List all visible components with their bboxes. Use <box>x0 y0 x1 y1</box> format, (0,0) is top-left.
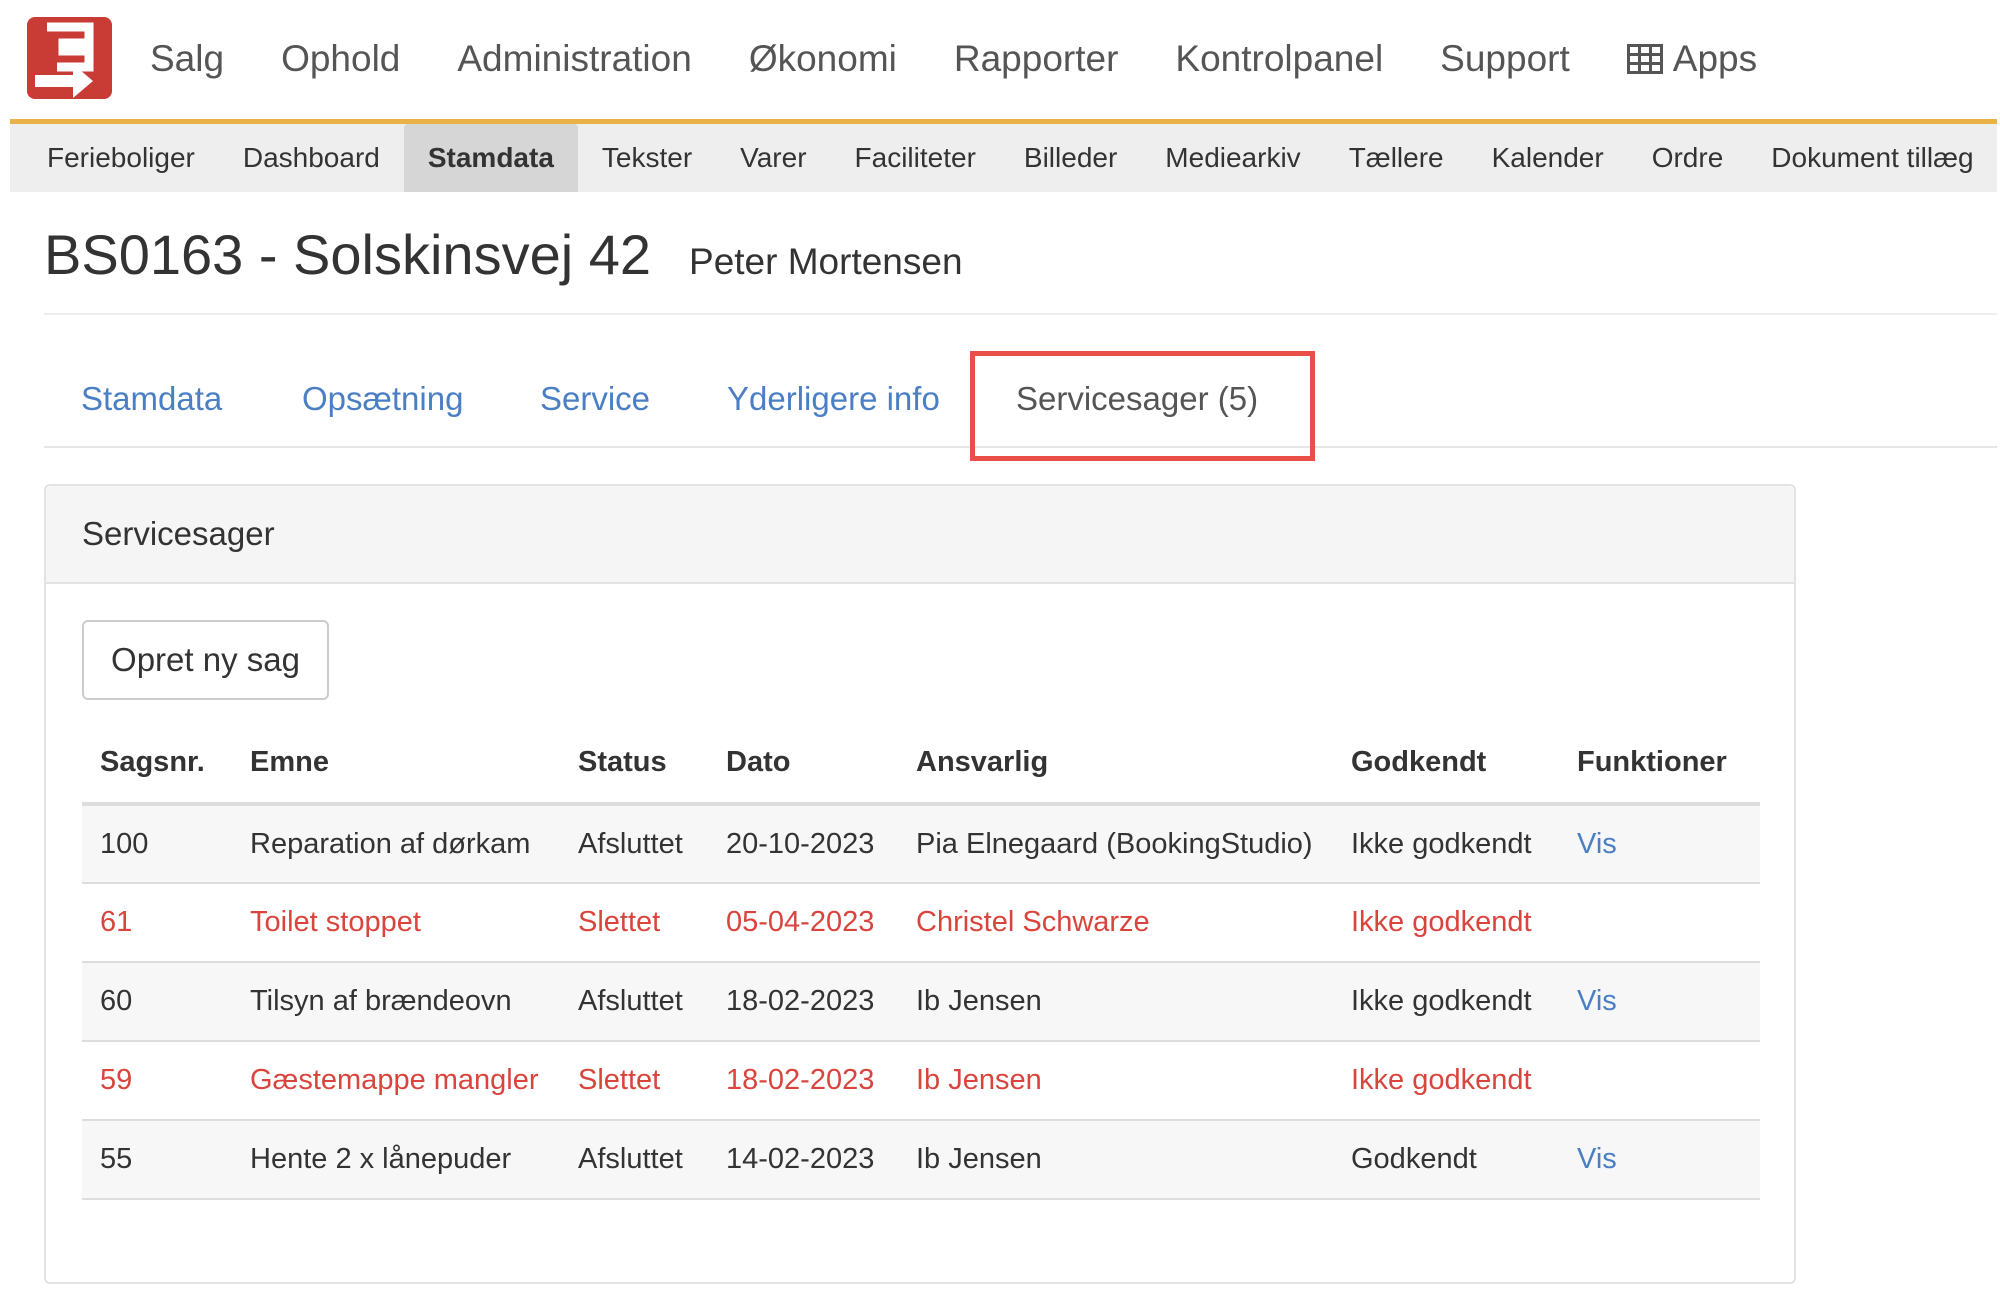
main-menu: Salg Ophold Administration Økonomi Rappo… <box>150 0 1814 118</box>
divider <box>44 313 1997 315</box>
cell-godkendt: Ikke godkendt <box>1333 962 1559 1042</box>
page-title: BS0163 - Solskinsvej 42 <box>44 223 652 286</box>
view-link[interactable]: Vis <box>1577 985 1617 1017</box>
cell-emne: Gæstemappe mangler <box>232 1041 560 1121</box>
tab-yderligere-info[interactable]: Yderligere info <box>727 380 940 418</box>
menu-item-okonomi[interactable]: Økonomi <box>749 38 897 80</box>
cell-funktioner: Vis <box>1559 962 1760 1042</box>
cell-emne: Reparation af dørkam <box>232 804 560 884</box>
subnav-item-kalender[interactable]: Kalender <box>1468 124 1628 192</box>
menu-item-administration[interactable]: Administration <box>457 38 691 80</box>
sub-navigation-bar: Ferieboliger Dashboard Stamdata Tekster … <box>10 124 1997 192</box>
cell-status: Afsluttet <box>560 804 708 884</box>
tab-stamdata[interactable]: Stamdata <box>81 380 222 418</box>
subnav-item-ferieboliger[interactable]: Ferieboliger <box>23 124 219 192</box>
app-logo[interactable] <box>27 17 112 99</box>
highlight-box <box>970 351 1315 461</box>
cell-ansvarlig: Ib Jensen <box>898 1041 1333 1121</box>
cell-dato: 18-02-2023 <box>708 962 898 1042</box>
new-case-button[interactable]: Opret ny sag <box>82 620 329 700</box>
tab-opsaetning[interactable]: Opsætning <box>302 380 463 418</box>
subnav-item-dokument-tillaeg[interactable]: Dokument tillæg <box>1747 124 1997 192</box>
cell-ansvarlig: Ib Jensen <box>898 1120 1333 1200</box>
cell-emne: Hente 2 x lånepuder <box>232 1120 560 1200</box>
table-row: 100 Reparation af dørkam Afsluttet 20-10… <box>82 804 1760 884</box>
cell-funktioner <box>1559 883 1760 963</box>
cell-dato: 20-10-2023 <box>708 804 898 884</box>
column-header-sagsnr: Sagsnr. <box>82 722 232 806</box>
panel-header: Servicesager <box>46 486 1794 584</box>
column-header-dato: Dato <box>708 722 898 806</box>
table-header-row: Sagsnr. Emne Status Dato Ansvarlig Godke… <box>82 722 1760 806</box>
servicesager-panel: Servicesager Opret ny sag Sagsnr. Emne S… <box>44 484 1796 1284</box>
menu-item-support[interactable]: Support <box>1440 38 1570 80</box>
cell-funktioner: Vis <box>1559 1120 1760 1200</box>
cell-godkendt: Godkendt <box>1333 1120 1559 1200</box>
menu-item-salg[interactable]: Salg <box>150 38 224 80</box>
cell-godkendt: Ikke godkendt <box>1333 883 1559 963</box>
cases-table: Sagsnr. Emne Status Dato Ansvarlig Godke… <box>82 722 1760 1200</box>
column-header-emne: Emne <box>232 722 560 806</box>
cell-status: Slettet <box>560 883 708 963</box>
cell-status: Slettet <box>560 1041 708 1121</box>
column-header-godkendt: Godkendt <box>1333 722 1559 806</box>
cell-funktioner <box>1559 1041 1760 1121</box>
view-link[interactable]: Vis <box>1577 828 1617 860</box>
cell-emne: Tilsyn af brændeovn <box>232 962 560 1042</box>
tab-service[interactable]: Service <box>540 380 650 418</box>
view-link[interactable]: Vis <box>1577 1143 1617 1175</box>
subnav-item-stamdata[interactable]: Stamdata <box>403 124 578 192</box>
subnav-item-mediearkiv[interactable]: Mediearkiv <box>1141 124 1324 192</box>
column-header-status: Status <box>560 722 708 806</box>
menu-item-apps[interactable]: Apps <box>1626 38 1758 80</box>
table-row: 55 Hente 2 x lånepuder Afsluttet 14-02-2… <box>82 1120 1760 1200</box>
cell-ansvarlig: Christel Schwarze <box>898 883 1333 963</box>
cell-dato: 05-04-2023 <box>708 883 898 963</box>
page-heading: BS0163 - Solskinsvej 42 Peter Mortensen <box>44 222 963 287</box>
subnav-item-taellere[interactable]: Tællere <box>1325 124 1468 192</box>
cell-godkendt: Ikke godkendt <box>1333 1041 1559 1121</box>
column-header-ansvarlig: Ansvarlig <box>898 722 1333 806</box>
grid-icon <box>1626 44 1663 74</box>
cell-sagsnr: 61 <box>82 883 232 963</box>
menu-item-rapporter[interactable]: Rapporter <box>954 38 1119 80</box>
column-header-funktioner: Funktioner <box>1559 722 1760 806</box>
subnav-item-tekster[interactable]: Tekster <box>578 124 716 192</box>
subnav-item-dashboard[interactable]: Dashboard <box>219 124 404 192</box>
cell-ansvarlig: Pia Elnegaard (BookingStudio) <box>898 804 1333 884</box>
cell-emne: Toilet stoppet <box>232 883 560 963</box>
cell-sagsnr: 60 <box>82 962 232 1042</box>
cell-sagsnr: 100 <box>82 804 232 884</box>
cell-funktioner: Vis <box>1559 804 1760 884</box>
subnav-item-faciliteter[interactable]: Faciliteter <box>831 124 1000 192</box>
top-navigation-bar: Salg Ophold Administration Økonomi Rappo… <box>10 0 1997 124</box>
cell-sagsnr: 55 <box>82 1120 232 1200</box>
apps-label: Apps <box>1672 38 1758 79</box>
cell-sagsnr: 59 <box>82 1041 232 1121</box>
table-row: 59 Gæstemappe mangler Slettet 18-02-2023… <box>82 1041 1760 1121</box>
table-row: 61 Toilet stoppet Slettet 05-04-2023 Chr… <box>82 883 1760 963</box>
panel-title: Servicesager <box>82 515 275 552</box>
cell-dato: 14-02-2023 <box>708 1120 898 1200</box>
menu-item-kontrolpanel[interactable]: Kontrolpanel <box>1175 38 1383 80</box>
cell-ansvarlig: Ib Jensen <box>898 962 1333 1042</box>
table-row: 60 Tilsyn af brændeovn Afsluttet 18-02-2… <box>82 962 1760 1042</box>
cell-dato: 18-02-2023 <box>708 1041 898 1121</box>
cell-status: Afsluttet <box>560 1120 708 1200</box>
cell-godkendt: Ikke godkendt <box>1333 804 1559 884</box>
subnav-item-varer[interactable]: Varer <box>716 124 830 192</box>
subnav-item-billeder[interactable]: Billeder <box>1000 124 1141 192</box>
cell-status: Afsluttet <box>560 962 708 1042</box>
subnav-item-ordre[interactable]: Ordre <box>1628 124 1748 192</box>
logo-arrows-icon <box>35 22 94 98</box>
menu-item-ophold[interactable]: Ophold <box>281 38 400 80</box>
owner-name: Peter Mortensen <box>689 241 963 282</box>
